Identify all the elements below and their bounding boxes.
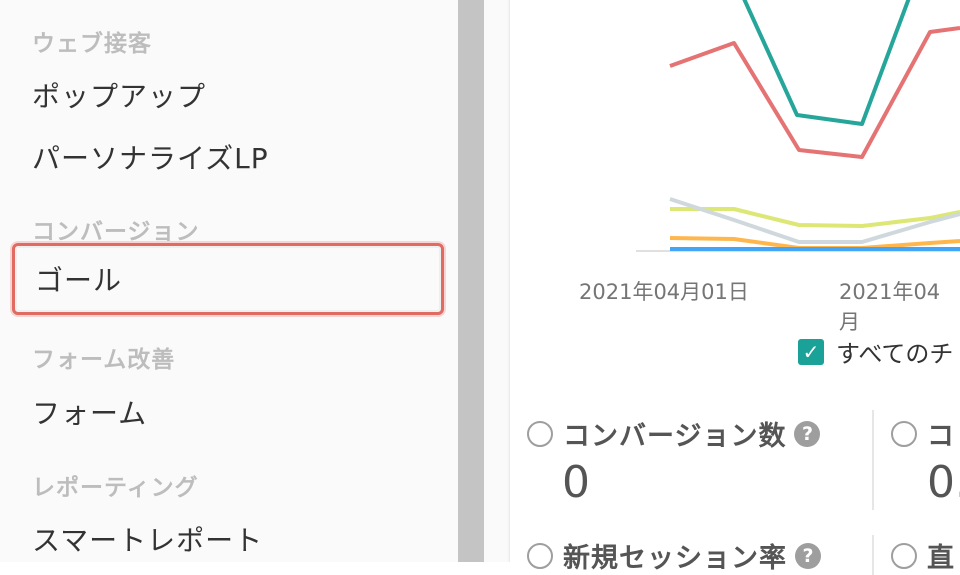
conversions-radio[interactable] <box>527 420 553 447</box>
right-bottom-radio[interactable] <box>891 542 917 569</box>
metric-right-top: コ <box>891 414 955 453</box>
metric-divider <box>872 535 874 575</box>
x-tick-label: 2021年04月01日 <box>579 280 749 304</box>
line-chart <box>636 0 960 252</box>
show-all-row[interactable]: ✓ すべてのチ <box>798 334 953 369</box>
new-session-radio[interactable] <box>527 542 553 569</box>
show-all-label: すべてのチ <box>836 340 954 368</box>
right-bottom-label: 直 <box>927 543 955 574</box>
help-icon[interactable]: ? <box>795 542 821 569</box>
new-session-label: 新規セッション率 <box>563 543 787 574</box>
metric-divider <box>872 410 874 510</box>
series-line-0 <box>742 0 911 126</box>
right-top-value: 0. <box>927 457 960 508</box>
show-all-checkbox[interactable]: ✓ <box>798 338 824 365</box>
x-tick-label: 2021年04月 <box>839 280 941 334</box>
series-line-1 <box>669 26 960 159</box>
metric-conversions: コンバージョン数 ? <box>527 414 821 453</box>
right-top-label: コ <box>927 421 955 452</box>
metric-new-session: 新規セッション率 ? <box>527 536 821 575</box>
metric-right-bottom: 直 <box>891 536 955 575</box>
help-icon[interactable]: ? <box>794 420 821 447</box>
conversions-value: 0 <box>562 457 590 508</box>
conversions-label: コンバージョン数 <box>563 421 787 452</box>
right-top-radio[interactable] <box>891 420 917 447</box>
